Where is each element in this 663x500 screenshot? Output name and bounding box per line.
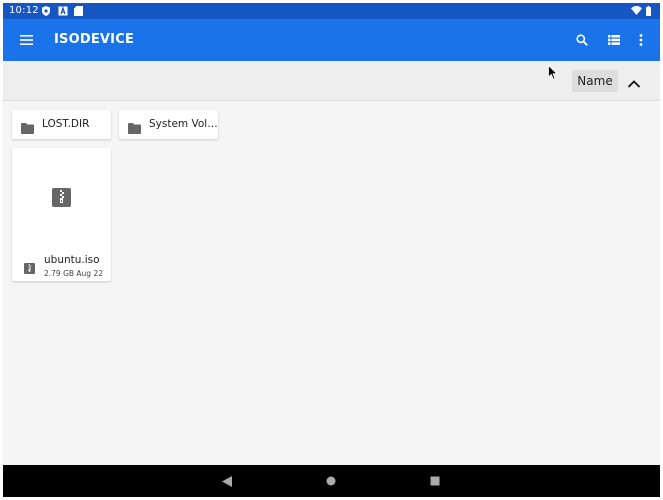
status-time: 10:12 bbox=[9, 5, 39, 16]
folder-icon bbox=[128, 119, 141, 138]
back-icon[interactable] bbox=[220, 474, 234, 488]
file-name: ubuntu.iso bbox=[44, 254, 100, 266]
archive-icon bbox=[24, 259, 35, 278]
list-view-icon[interactable] bbox=[604, 30, 624, 50]
search-icon[interactable] bbox=[572, 30, 592, 50]
more-vert-icon[interactable] bbox=[631, 30, 651, 50]
home-icon[interactable] bbox=[324, 474, 338, 488]
app-title: ISODEVICE bbox=[54, 32, 135, 47]
sim-a-icon bbox=[58, 6, 68, 19]
status-bar: 10:12 bbox=[3, 3, 660, 19]
folder-system-volume[interactable]: System Vol… bbox=[119, 110, 218, 139]
folder-name: System Vol… bbox=[149, 118, 218, 130]
menu-icon[interactable] bbox=[16, 30, 36, 50]
file-card-ubuntu-iso[interactable]: ubuntu.iso 2.79 GB Aug 22 bbox=[12, 148, 111, 281]
folder-name: LOST.DIR bbox=[42, 118, 90, 130]
file-meta: 2.79 GB Aug 22 bbox=[44, 269, 103, 278]
archive-icon bbox=[52, 188, 71, 211]
sort-by-name-button[interactable]: Name bbox=[572, 70, 618, 92]
device-screen: 10:12 ISODEVICE Name LOST.DIR System Vol… bbox=[3, 3, 660, 497]
folder-icon bbox=[21, 119, 34, 138]
navigation-bar bbox=[3, 465, 660, 497]
sd-card-icon bbox=[74, 6, 83, 19]
battery-icon bbox=[646, 6, 651, 19]
app-bar: ISODEVICE bbox=[3, 19, 660, 61]
chevron-up-icon[interactable] bbox=[627, 73, 643, 89]
wifi-icon bbox=[631, 6, 642, 18]
recents-icon[interactable] bbox=[428, 474, 442, 488]
mouse-cursor-icon bbox=[548, 64, 558, 84]
sort-bar: Name bbox=[3, 61, 660, 101]
folder-lost-dir[interactable]: LOST.DIR bbox=[12, 110, 111, 139]
shield-icon bbox=[41, 6, 51, 19]
